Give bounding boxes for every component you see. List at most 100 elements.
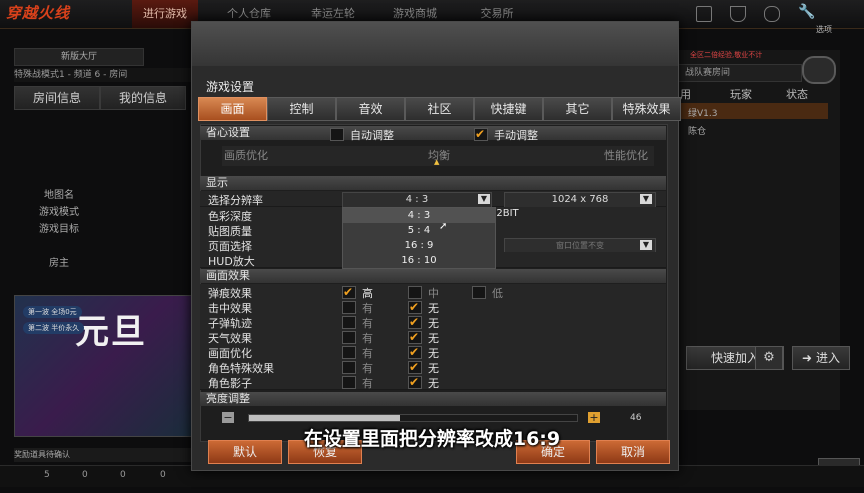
weather-off-checkbox[interactable]: ✔ bbox=[408, 331, 422, 344]
tab-sound[interactable]: 音效 bbox=[336, 97, 405, 121]
tv-icon[interactable] bbox=[696, 6, 712, 22]
easy-settings-label: 省心设置 bbox=[206, 126, 250, 139]
status-count: 0 bbox=[120, 470, 126, 480]
check-icon: ✔ bbox=[409, 300, 420, 314]
mouse-cursor-icon: ➚ bbox=[439, 221, 448, 232]
easy-settings-header: 省心设置 bbox=[200, 126, 666, 140]
tab-my-info[interactable]: 我的信息 bbox=[100, 86, 186, 110]
dropdown-option[interactable]: 16 : 9 bbox=[343, 238, 495, 253]
check-icon: ✔ bbox=[409, 360, 420, 374]
shield-icon[interactable] bbox=[730, 6, 746, 22]
chevron-down-icon[interactable]: ▼ bbox=[640, 194, 652, 204]
brightness-value: 46 bbox=[630, 413, 642, 423]
hit-effect-off-checkbox[interactable]: ✔ bbox=[408, 301, 422, 314]
dialog-header[interactable] bbox=[192, 22, 678, 66]
char-effect-on-checkbox[interactable] bbox=[342, 361, 356, 374]
server-notice: 全区二倍经验,敬业不计 bbox=[690, 51, 763, 59]
effects-header: 画面效果 bbox=[200, 269, 666, 283]
hit-effect-on-checkbox[interactable] bbox=[342, 301, 356, 314]
banner-title: 元旦 bbox=[75, 312, 147, 352]
label-host: 房主 bbox=[49, 258, 69, 269]
tab-special-effects[interactable]: 特殊效果 bbox=[612, 97, 681, 121]
check-icon: ✔ bbox=[409, 330, 420, 344]
auto-adjust-checkbox[interactable] bbox=[330, 128, 344, 141]
enter-label: 进入 bbox=[815, 351, 840, 365]
fire-icon[interactable] bbox=[802, 56, 836, 84]
chevron-down-icon[interactable]: ▼ bbox=[478, 194, 490, 204]
plus-icon[interactable]: + bbox=[588, 412, 600, 423]
char-shadow-off-label: 无 bbox=[428, 377, 439, 390]
tab-hotkeys[interactable]: 快捷键 bbox=[474, 97, 543, 121]
aspect-ratio-select[interactable]: 4 : 3 bbox=[342, 192, 492, 208]
slider-marker-icon[interactable]: ▲ bbox=[434, 158, 439, 166]
gear-icon[interactable]: ⚙ bbox=[755, 346, 783, 370]
nav-play[interactable]: 进行游戏 bbox=[132, 0, 198, 28]
resolution-value: 1024 x 768 bbox=[551, 194, 609, 205]
lobby-tab[interactable]: 新版大厅 bbox=[14, 48, 144, 66]
bullet-hole-low-checkbox[interactable] bbox=[472, 286, 486, 299]
col-header-use: 用 bbox=[680, 88, 691, 101]
brightness-slider-fill bbox=[249, 415, 400, 421]
hud-scale-label: HUD放大 bbox=[208, 255, 255, 268]
col-header-status: 状态 bbox=[786, 88, 808, 101]
player-row[interactable]: 陈仓 bbox=[688, 124, 706, 137]
tab-community[interactable]: 社区 bbox=[405, 97, 474, 121]
status-count: 5 bbox=[44, 470, 50, 480]
aspect-ratio-value: 4 : 3 bbox=[405, 194, 429, 205]
tab-other[interactable]: 其它 bbox=[543, 97, 612, 121]
game-logo: 穿越火线 bbox=[6, 4, 71, 22]
check-icon: ✔ bbox=[409, 375, 420, 389]
quality-label: 画质优化 bbox=[224, 149, 268, 162]
check-icon: ✔ bbox=[343, 285, 354, 299]
room-info-line: 特殊战模式1 - 频道 6 - 房间 bbox=[14, 68, 194, 82]
quality-slider[interactable]: 画质优化 均衡 性能优化 ▲ bbox=[222, 146, 654, 166]
bullet-hole-high-checkbox[interactable]: ✔ bbox=[342, 286, 356, 299]
wrench-icon[interactable]: 🔧 bbox=[798, 4, 815, 20]
arrow-right-icon: ➜ bbox=[802, 351, 813, 365]
graphics-opt-on-checkbox[interactable] bbox=[342, 346, 356, 359]
char-effect-off-checkbox[interactable]: ✔ bbox=[408, 361, 422, 374]
char-shadow-on-label: 有 bbox=[362, 377, 373, 390]
manual-adjust-checkbox[interactable]: ✔ bbox=[474, 128, 488, 141]
brightness-header-label: 亮度调整 bbox=[206, 392, 250, 405]
enter-room-button[interactable]: ➜ 进入 bbox=[792, 346, 850, 370]
tab-room-info[interactable]: 房间信息 bbox=[14, 86, 100, 110]
bullet-trail-on-checkbox[interactable] bbox=[342, 316, 356, 329]
player-row[interactable]: 绿V1.3 bbox=[688, 106, 717, 119]
brightness-slider[interactable] bbox=[248, 414, 578, 422]
power-icon[interactable] bbox=[764, 6, 780, 22]
label-game-goal: 游戏目标 bbox=[39, 224, 79, 235]
bullet-trail-off-checkbox[interactable]: ✔ bbox=[408, 316, 422, 329]
chevron-down-icon[interactable]: ▼ bbox=[640, 240, 652, 250]
weather-on-checkbox[interactable] bbox=[342, 331, 356, 344]
aspect-ratio-dropdown: 4 : 3 5 : 4 16 : 9 16 : 10 ➚ bbox=[342, 207, 496, 269]
video-subtitle: 在设置里面把分辨率改成16:9 bbox=[303, 428, 561, 450]
dialog-title: 游戏设置 bbox=[206, 80, 255, 94]
status-count: 0 bbox=[82, 470, 88, 480]
char-shadow-label: 角色影子 bbox=[208, 377, 252, 390]
dropdown-option[interactable]: 5 : 4 bbox=[343, 223, 495, 238]
col-header-player: 玩家 bbox=[730, 88, 752, 101]
effects-header-label: 画面效果 bbox=[206, 269, 250, 282]
dropdown-option[interactable]: 16 : 10 bbox=[343, 253, 495, 268]
resolution-select[interactable]: 1024 x 768 bbox=[504, 192, 656, 208]
auto-adjust-label: 自动调整 bbox=[350, 129, 394, 142]
status-count: 0 bbox=[160, 470, 166, 480]
label-game-mode: 游戏模式 bbox=[39, 207, 79, 218]
dropdown-option[interactable]: 4 : 3 bbox=[343, 208, 495, 223]
bullet-hole-mid-checkbox[interactable] bbox=[408, 286, 422, 299]
game-settings-dialog: 游戏设置 画面 控制 音效 社区 快捷键 其它 特殊效果 省心设置 自动调整 ✔… bbox=[191, 21, 681, 471]
display-header-label: 显示 bbox=[206, 176, 228, 189]
display-header: 显示 bbox=[200, 176, 666, 190]
options-label: 选项 bbox=[816, 25, 832, 34]
minus-icon[interactable]: − bbox=[222, 412, 234, 423]
char-shadow-off-checkbox[interactable]: ✔ bbox=[408, 376, 422, 389]
team-room-dropdown[interactable]: 战队赛房间 bbox=[678, 64, 802, 82]
performance-label: 性能优化 bbox=[604, 149, 648, 162]
banner-pill-1: 第一波 全场0元 bbox=[23, 306, 82, 318]
tab-graphics[interactable]: 画面 bbox=[198, 97, 267, 121]
tab-controls[interactable]: 控制 bbox=[267, 97, 336, 121]
char-shadow-on-checkbox[interactable] bbox=[342, 376, 356, 389]
graphics-opt-off-checkbox[interactable]: ✔ bbox=[408, 346, 422, 359]
promo-banner[interactable]: 元旦 第一波 全场0元 第二波 半价永久 bbox=[14, 295, 192, 437]
